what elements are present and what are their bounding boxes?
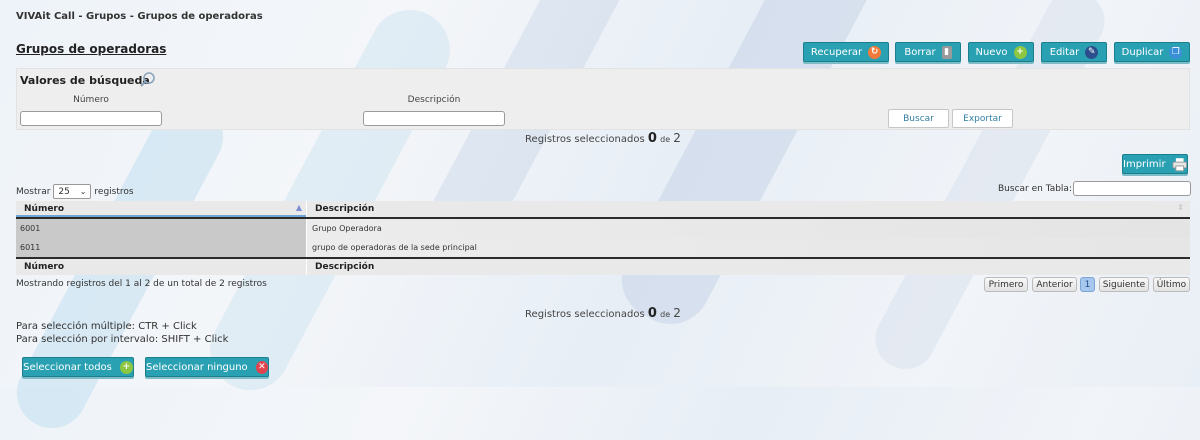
selection-count-selected: 0	[647, 306, 657, 321]
chevron-down-icon: ⌄	[79, 187, 87, 196]
help-multi-select: Para selección múltiple: CTR + Click	[16, 321, 197, 332]
data-table: Número ▲ Descripción ⇕ 6001 Grupo Operad…	[16, 201, 1190, 275]
pencil-icon: ✎	[1085, 45, 1099, 59]
check-all-icon: +	[119, 360, 133, 374]
footer-description: Descripción	[306, 259, 1190, 275]
page-size-value: 25	[58, 186, 70, 197]
edit-button[interactable]: Editar ✎	[1041, 42, 1107, 62]
show-label: Mostrar	[16, 186, 51, 197]
print-button[interactable]: Imprimir	[1122, 154, 1188, 174]
close-icon: ✕	[255, 360, 268, 374]
breadcrumb: VIVAit Call - Grupos - Grupos de operado…	[16, 11, 263, 22]
cell-description: Grupo Operadora	[306, 219, 1190, 238]
number-field-label: Número	[73, 95, 109, 105]
delete-button[interactable]: Borrar ▮	[895, 42, 961, 62]
selection-count-of: de	[660, 310, 671, 319]
number-field[interactable]	[20, 111, 162, 126]
selection-count-selected: 0	[647, 131, 657, 146]
description-field-label: Descripción	[407, 95, 461, 105]
page-size-control: Mostrar 25 ⌄ registros	[16, 184, 134, 199]
selection-count-prefix: Registros seleccionados	[525, 134, 645, 145]
pagination-first[interactable]: Primero	[984, 277, 1028, 292]
duplicate-icon: ❐	[1169, 45, 1183, 59]
recover-icon: ↻	[868, 45, 882, 59]
description-field[interactable]	[363, 111, 505, 126]
help-range-select: Para selección por intervalo: SHIFT + Cl…	[16, 334, 229, 345]
duplicate-button-label: Duplicar	[1121, 46, 1164, 58]
recover-button[interactable]: Recuperar ↻	[803, 42, 889, 62]
table-header: Número ▲ Descripción ⇕	[16, 201, 1190, 217]
search-panel	[16, 68, 1190, 130]
select-all-label: Seleccionar todos	[23, 361, 112, 373]
pagination-last[interactable]: Último	[1153, 277, 1190, 292]
table-search-input[interactable]	[1073, 181, 1191, 196]
pagination-page[interactable]: 1	[1080, 277, 1095, 292]
table-search-label: Buscar en Tabla:	[998, 184, 1072, 194]
selection-count-prefix: Registros seleccionados	[525, 309, 645, 320]
page-title: Grupos de operadoras	[16, 42, 167, 56]
selection-count-of: de	[660, 135, 671, 144]
column-header-number[interactable]: Número ▲	[16, 201, 306, 217]
table-footer: Número Descripción	[16, 259, 1190, 275]
table-row[interactable]: 6011 grupo de operadoras de la sede prin…	[16, 238, 1190, 257]
print-button-label: Imprimir	[1123, 158, 1166, 170]
duplicate-button[interactable]: Duplicar ❐	[1114, 42, 1190, 62]
records-label: registros	[94, 186, 134, 197]
recover-button-label: Recuperar	[810, 46, 863, 58]
cell-description: grupo de operadoras de la sede principal	[306, 238, 1190, 257]
plus-icon: +	[1013, 45, 1027, 59]
new-button[interactable]: Nuevo +	[968, 42, 1034, 62]
column-header-description[interactable]: Descripción ⇕	[306, 201, 1190, 217]
selection-count-total: 2	[673, 131, 681, 145]
select-none-label: Seleccionar ninguno	[146, 361, 248, 373]
footer-number: Número	[16, 259, 306, 275]
new-button-label: Nuevo	[975, 46, 1008, 58]
selection-count-total: 2	[673, 306, 681, 320]
search-button[interactable]: Buscar	[888, 109, 949, 128]
pagination-previous[interactable]: Anterior	[1032, 277, 1077, 292]
page-size-select[interactable]: 25 ⌄	[53, 184, 92, 199]
sort-arrow-icon: ▲	[295, 203, 302, 212]
pagination-next[interactable]: Siguiente	[1099, 277, 1149, 292]
delete-button-label: Borrar	[904, 46, 936, 58]
trash-icon: ▮	[941, 45, 952, 59]
export-button[interactable]: Exportar	[952, 109, 1013, 128]
table-info: Mostrando registros del 1 al 2 de un tot…	[16, 279, 267, 289]
edit-button-label: Editar	[1049, 46, 1080, 58]
selection-count-bottom: Registros seleccionados 0 de 2	[453, 306, 753, 321]
selection-count: Registros seleccionados 0 de 2	[453, 131, 753, 146]
printer-icon	[1172, 157, 1187, 171]
magnifier-icon	[140, 72, 155, 87]
select-all-button[interactable]: Seleccionar todos +	[22, 357, 134, 377]
cell-number: 6001	[16, 219, 306, 238]
sort-both-icon: ⇕	[1177, 203, 1184, 212]
search-panel-title: Valores de búsqueda	[20, 74, 150, 87]
table-row[interactable]: 6001 Grupo Operadora	[16, 219, 1190, 238]
cell-number: 6011	[16, 238, 306, 257]
select-none-button[interactable]: Seleccionar ninguno ✕	[145, 357, 269, 377]
